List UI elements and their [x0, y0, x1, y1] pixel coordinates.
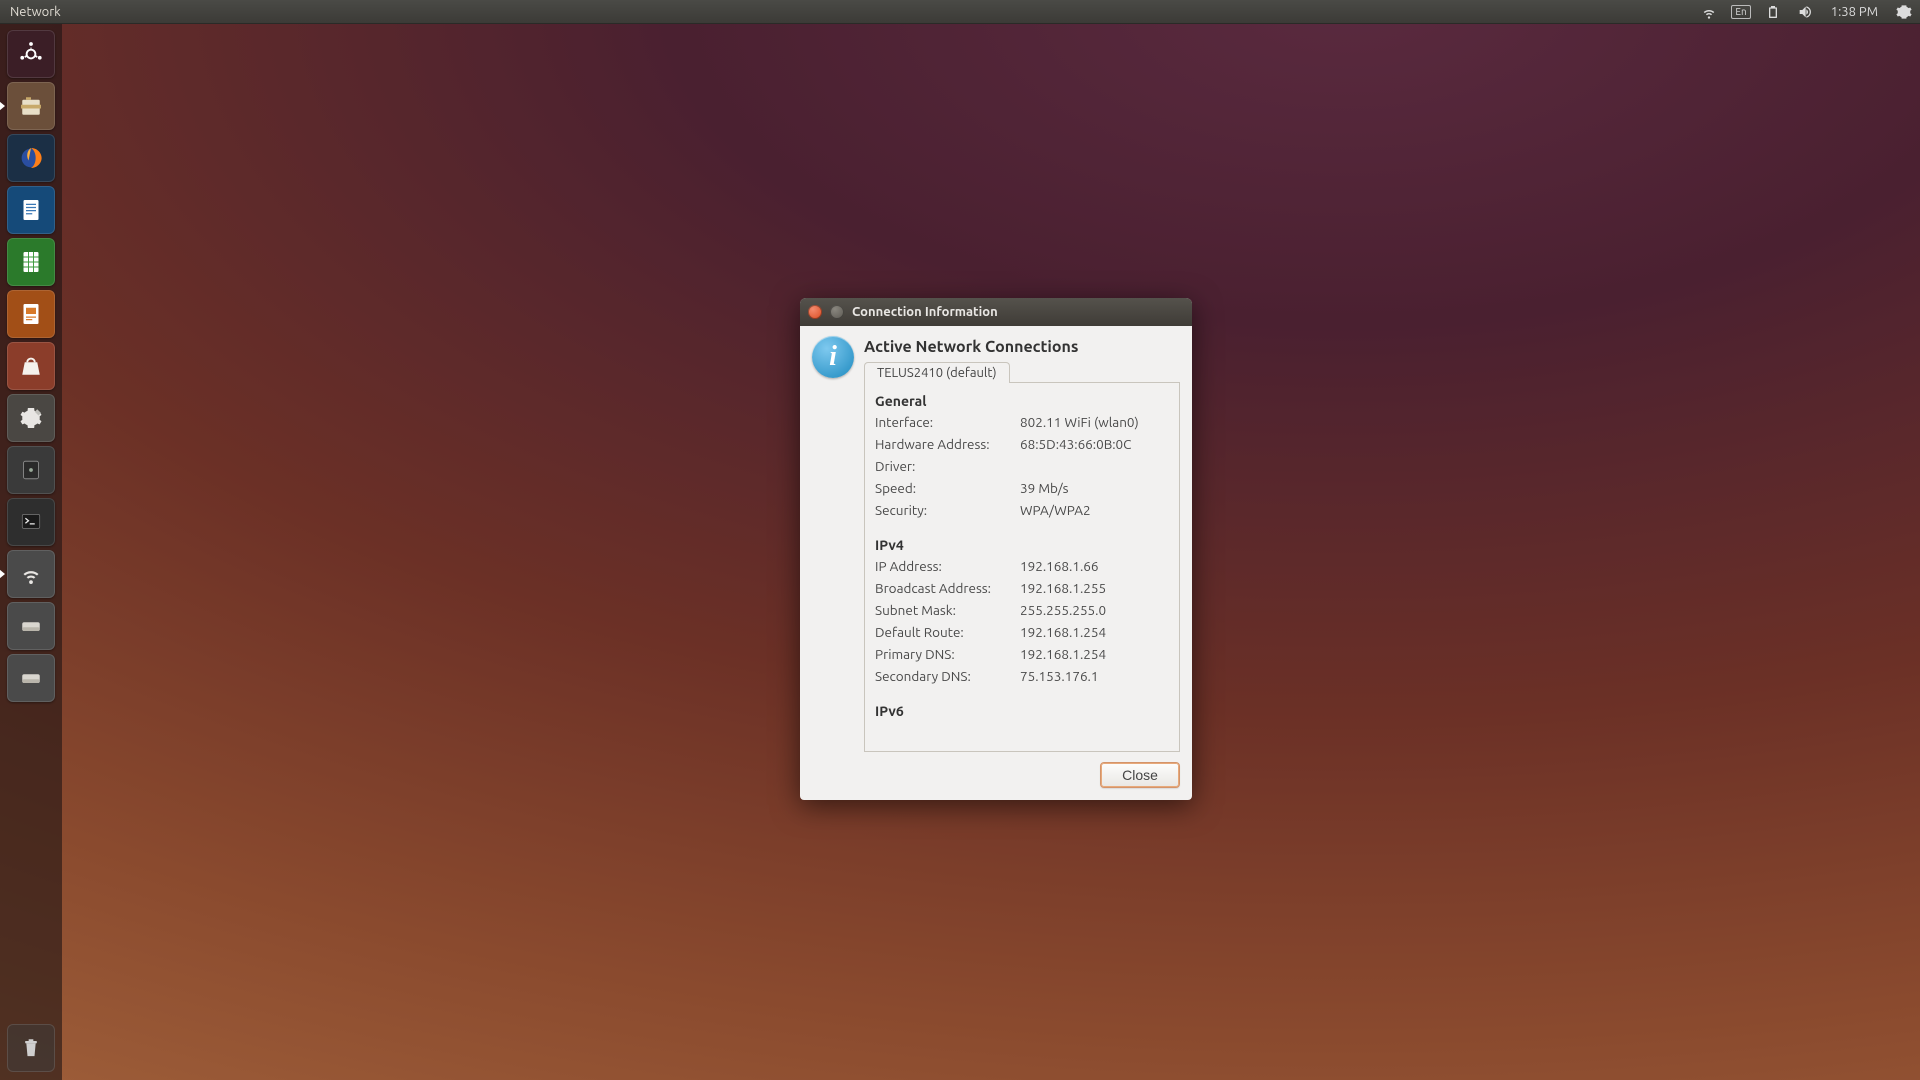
label-dns1: Primary DNS: [875, 643, 1020, 665]
window-close-icon[interactable] [808, 305, 822, 319]
launcher-network-icon[interactable] [7, 550, 55, 598]
section-ipv4-title: IPv4 [875, 537, 1169, 553]
label-broadcast: Broadcast Address: [875, 577, 1020, 599]
connection-tab[interactable]: TELUS2410 (default) [864, 362, 1010, 383]
session-gear-icon[interactable] [1888, 0, 1920, 23]
active-app-title: Network [10, 5, 61, 19]
dialog-window-title: Connection Information [852, 305, 998, 319]
section-ipv6-title: IPv6 [875, 703, 1169, 719]
keyboard-lang-indicator[interactable]: En [1731, 5, 1750, 19]
section-general-title: General [875, 393, 1169, 409]
value-hwaddr: 68:5D:43:66:0B:0C [1020, 433, 1169, 455]
label-ip: IP Address: [875, 555, 1020, 577]
launcher-backup-icon[interactable] [7, 446, 55, 494]
value-speed: 39 Mb/s [1020, 477, 1169, 499]
label-dns2: Secondary DNS: [875, 665, 1020, 687]
value-broadcast: 192.168.1.255 [1020, 577, 1169, 599]
connection-tab-panel: General Interface:802.11 WiFi (wlan0) Ha… [864, 382, 1180, 752]
label-speed: Speed: [875, 477, 1020, 499]
launcher-drive2-icon[interactable] [7, 654, 55, 702]
dialog-titlebar[interactable]: Connection Information [800, 298, 1192, 326]
launcher-writer-icon[interactable] [7, 186, 55, 234]
sound-indicator-icon[interactable] [1789, 0, 1821, 23]
label-subnet: Subnet Mask: [875, 599, 1020, 621]
label-hwaddr: Hardware Address: [875, 433, 1020, 455]
value-interface: 802.11 WiFi (wlan0) [1020, 411, 1169, 433]
launcher-settings-icon[interactable] [7, 394, 55, 442]
label-driver: Driver: [875, 455, 1020, 477]
launcher-impress-icon[interactable] [7, 290, 55, 338]
info-icon: i [812, 336, 854, 378]
launcher-software-center-icon[interactable] [7, 342, 55, 390]
connection-info-dialog: Connection Information i Active Network … [800, 298, 1192, 800]
value-ip: 192.168.1.66 [1020, 555, 1169, 577]
launcher-dash-icon[interactable] [7, 30, 55, 78]
label-security: Security: [875, 499, 1020, 521]
top-menubar: Network En 1:38 PM [0, 0, 1920, 24]
launcher-trash-icon[interactable] [7, 1024, 55, 1072]
clock-indicator[interactable]: 1:38 PM [1821, 0, 1888, 23]
value-route: 192.168.1.254 [1020, 621, 1169, 643]
window-minimize-icon[interactable] [830, 305, 844, 319]
launcher-terminal-icon[interactable] [7, 498, 55, 546]
launcher-files-icon[interactable] [7, 82, 55, 130]
battery-indicator-icon[interactable] [1757, 0, 1789, 23]
close-button[interactable]: Close [1100, 762, 1180, 788]
value-driver [1020, 455, 1169, 477]
label-interface: Interface: [875, 411, 1020, 433]
launcher-firefox-icon[interactable] [7, 134, 55, 182]
value-subnet: 255.255.255.0 [1020, 599, 1169, 621]
wifi-indicator-icon[interactable] [1693, 0, 1725, 23]
label-route: Default Route: [875, 621, 1020, 643]
launcher-calc-icon[interactable] [7, 238, 55, 286]
value-security: WPA/WPA2 [1020, 499, 1169, 521]
value-dns1: 192.168.1.254 [1020, 643, 1169, 665]
unity-launcher [0, 24, 62, 1080]
launcher-drive-icon[interactable] [7, 602, 55, 650]
value-dns2: 75.153.176.1 [1020, 665, 1169, 687]
dialog-heading: Active Network Connections [864, 336, 1180, 356]
